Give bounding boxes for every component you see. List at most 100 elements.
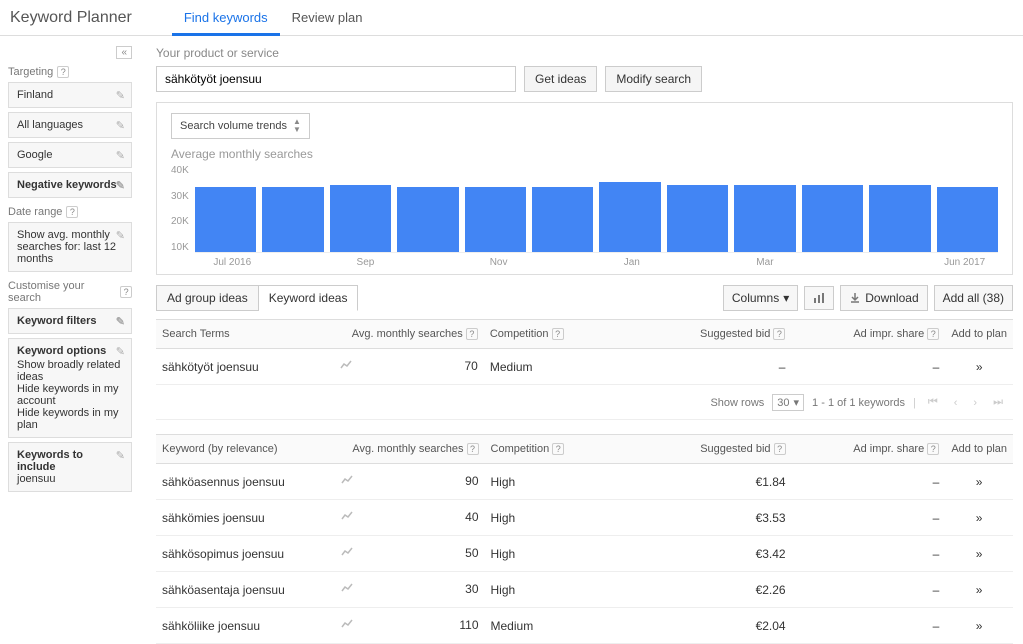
chart-bar <box>262 187 323 252</box>
pencil-icon[interactable]: ✎ <box>116 179 125 192</box>
trend-icon[interactable] <box>341 582 363 597</box>
targeting-value: Negative keywords <box>17 179 117 191</box>
pencil-icon[interactable]: ✎ <box>116 119 125 132</box>
cell-term: sähköasennus joensuu <box>156 464 335 500</box>
cell-impr: – <box>792 464 946 500</box>
tab-find-keywords[interactable]: Find keywords <box>172 0 280 36</box>
add-to-plan-button[interactable]: » <box>945 608 1013 644</box>
trend-icon[interactable] <box>341 510 363 525</box>
trend-icon[interactable] <box>341 546 363 561</box>
col-search-terms[interactable]: Search Terms <box>156 320 334 349</box>
add-to-plan-button[interactable]: » <box>945 464 1013 500</box>
columns-button[interactable]: Columns▾ <box>723 285 798 311</box>
chart-view-button[interactable] <box>804 286 834 310</box>
help-icon[interactable]: ? <box>57 66 69 78</box>
help-icon[interactable]: ? <box>927 328 939 340</box>
targeting-heading: Targeting <box>8 66 53 78</box>
targeting-panel[interactable]: Google✎ <box>8 142 132 168</box>
keywords-include-panel[interactable]: Keywords to include joensuu ✎ <box>8 442 132 492</box>
help-icon[interactable]: ? <box>927 443 939 455</box>
add-to-plan-button[interactable]: » <box>945 500 1013 536</box>
keyword-options-panel[interactable]: Keyword options Show broadly related ide… <box>8 338 132 438</box>
cell-bid: €3.42 <box>638 536 792 572</box>
targeting-panel[interactable]: Negative keywords✎ <box>8 172 132 198</box>
download-icon <box>849 292 861 304</box>
help-icon[interactable]: ? <box>120 286 132 298</box>
date-range-panel[interactable]: Show avg. monthly searches for: last 12 … <box>8 222 132 272</box>
add-to-plan-button[interactable]: » <box>945 572 1013 608</box>
trend-icon[interactable] <box>341 474 363 489</box>
col-keyword-relevance[interactable]: Keyword (by relevance) <box>156 435 335 464</box>
chart-bar <box>869 185 930 252</box>
trend-icon[interactable] <box>341 618 363 633</box>
last-page-icon[interactable]: ⏭ <box>989 396 1007 409</box>
option-line: Show broadly related ideas <box>17 359 123 383</box>
trend-icon[interactable] <box>340 359 362 374</box>
cell-impr: – <box>792 608 946 644</box>
cell-competition: High <box>485 500 638 536</box>
first-page-icon[interactable]: ⏮ <box>924 396 942 409</box>
pencil-icon[interactable]: ✎ <box>116 449 125 462</box>
include-value: joensuu <box>17 473 123 485</box>
targeting-panel[interactable]: Finland✎ <box>8 82 132 108</box>
cell-bid: €2.26 <box>638 572 792 608</box>
chart-bar <box>397 187 458 252</box>
ad-group-ideas-tab[interactable]: Ad group ideas <box>156 285 259 311</box>
date-range-text: Show avg. monthly searches for: last 12 … <box>17 229 116 265</box>
help-icon[interactable]: ? <box>774 443 786 455</box>
add-to-plan-button[interactable]: » <box>945 349 1013 385</box>
get-ideas-button[interactable]: Get ideas <box>524 66 597 92</box>
col-add-to-plan: Add to plan <box>945 320 1013 349</box>
help-icon[interactable]: ? <box>773 328 785 340</box>
chart-bar <box>532 187 593 252</box>
col-impr-share[interactable]: Ad impr. share ? <box>792 435 946 464</box>
cell-impr: – <box>792 536 946 572</box>
col-avg-searches[interactable]: Avg. monthly searches ? <box>334 320 484 349</box>
bar-chart-icon <box>813 292 825 304</box>
keyword-ideas-tab[interactable]: Keyword ideas <box>259 285 359 311</box>
cell-bid: €2.04 <box>638 608 792 644</box>
add-to-plan-button[interactable]: » <box>945 536 1013 572</box>
help-icon[interactable]: ? <box>66 206 78 218</box>
help-icon[interactable]: ? <box>467 443 479 455</box>
modify-search-button[interactable]: Modify search <box>605 66 702 92</box>
include-label: Keywords to include <box>17 449 123 473</box>
keyword-filters-panel[interactable]: Keyword filters ✎ <box>8 308 132 334</box>
pencil-icon[interactable]: ✎ <box>116 345 125 358</box>
prev-page-icon[interactable]: ‹ <box>950 397 962 409</box>
download-button[interactable]: Download <box>840 285 927 311</box>
cell-avg: 70 <box>334 349 484 385</box>
col-suggested-bid[interactable]: Suggested bid ? <box>638 320 792 349</box>
pencil-icon[interactable]: ✎ <box>116 89 125 102</box>
col-avg-searches[interactable]: Avg. monthly searches ? <box>335 435 485 464</box>
pencil-icon[interactable]: ✎ <box>116 315 125 328</box>
help-icon[interactable]: ? <box>466 328 478 340</box>
sort-arrows-icon: ▲▼ <box>293 118 301 134</box>
collapse-sidebar-icon[interactable]: « <box>116 46 132 59</box>
col-suggested-bid[interactable]: Suggested bid ? <box>638 435 792 464</box>
trends-dropdown[interactable]: Search volume trends ▲▼ <box>171 113 310 139</box>
cell-term: sähköasentaja joensuu <box>156 572 335 608</box>
pager: Show rows 30 ▾ 1 - 1 of 1 keywords | ⏮ ‹… <box>156 385 1013 420</box>
cell-avg: 110 <box>335 608 485 644</box>
help-icon[interactable]: ? <box>552 443 564 455</box>
search-input[interactable] <box>156 66 516 92</box>
pencil-icon[interactable]: ✎ <box>116 229 125 242</box>
col-competition[interactable]: Competition ? <box>484 320 638 349</box>
col-impr-share[interactable]: Ad impr. share ? <box>791 320 945 349</box>
add-all-button[interactable]: Add all (38) <box>934 285 1013 311</box>
targeting-panel[interactable]: All languages✎ <box>8 112 132 138</box>
table-row: sähköasentaja joensuu30High€2.26–» <box>156 572 1013 608</box>
col-competition[interactable]: Competition ? <box>485 435 638 464</box>
date-range-heading: Date range <box>8 206 62 218</box>
keyword-options-label: Keyword options <box>17 345 123 357</box>
pencil-icon[interactable]: ✎ <box>116 149 125 162</box>
rows-dropdown[interactable]: 30 ▾ <box>772 394 804 411</box>
cell-avg: 40 <box>335 500 485 536</box>
caret-down-icon: ▾ <box>783 291 789 305</box>
cell-term: sähkösopimus joensuu <box>156 536 335 572</box>
next-page-icon[interactable]: › <box>969 397 981 409</box>
tab-review-plan[interactable]: Review plan <box>280 0 375 36</box>
chart-bar <box>734 185 795 252</box>
help-icon[interactable]: ? <box>552 328 564 340</box>
